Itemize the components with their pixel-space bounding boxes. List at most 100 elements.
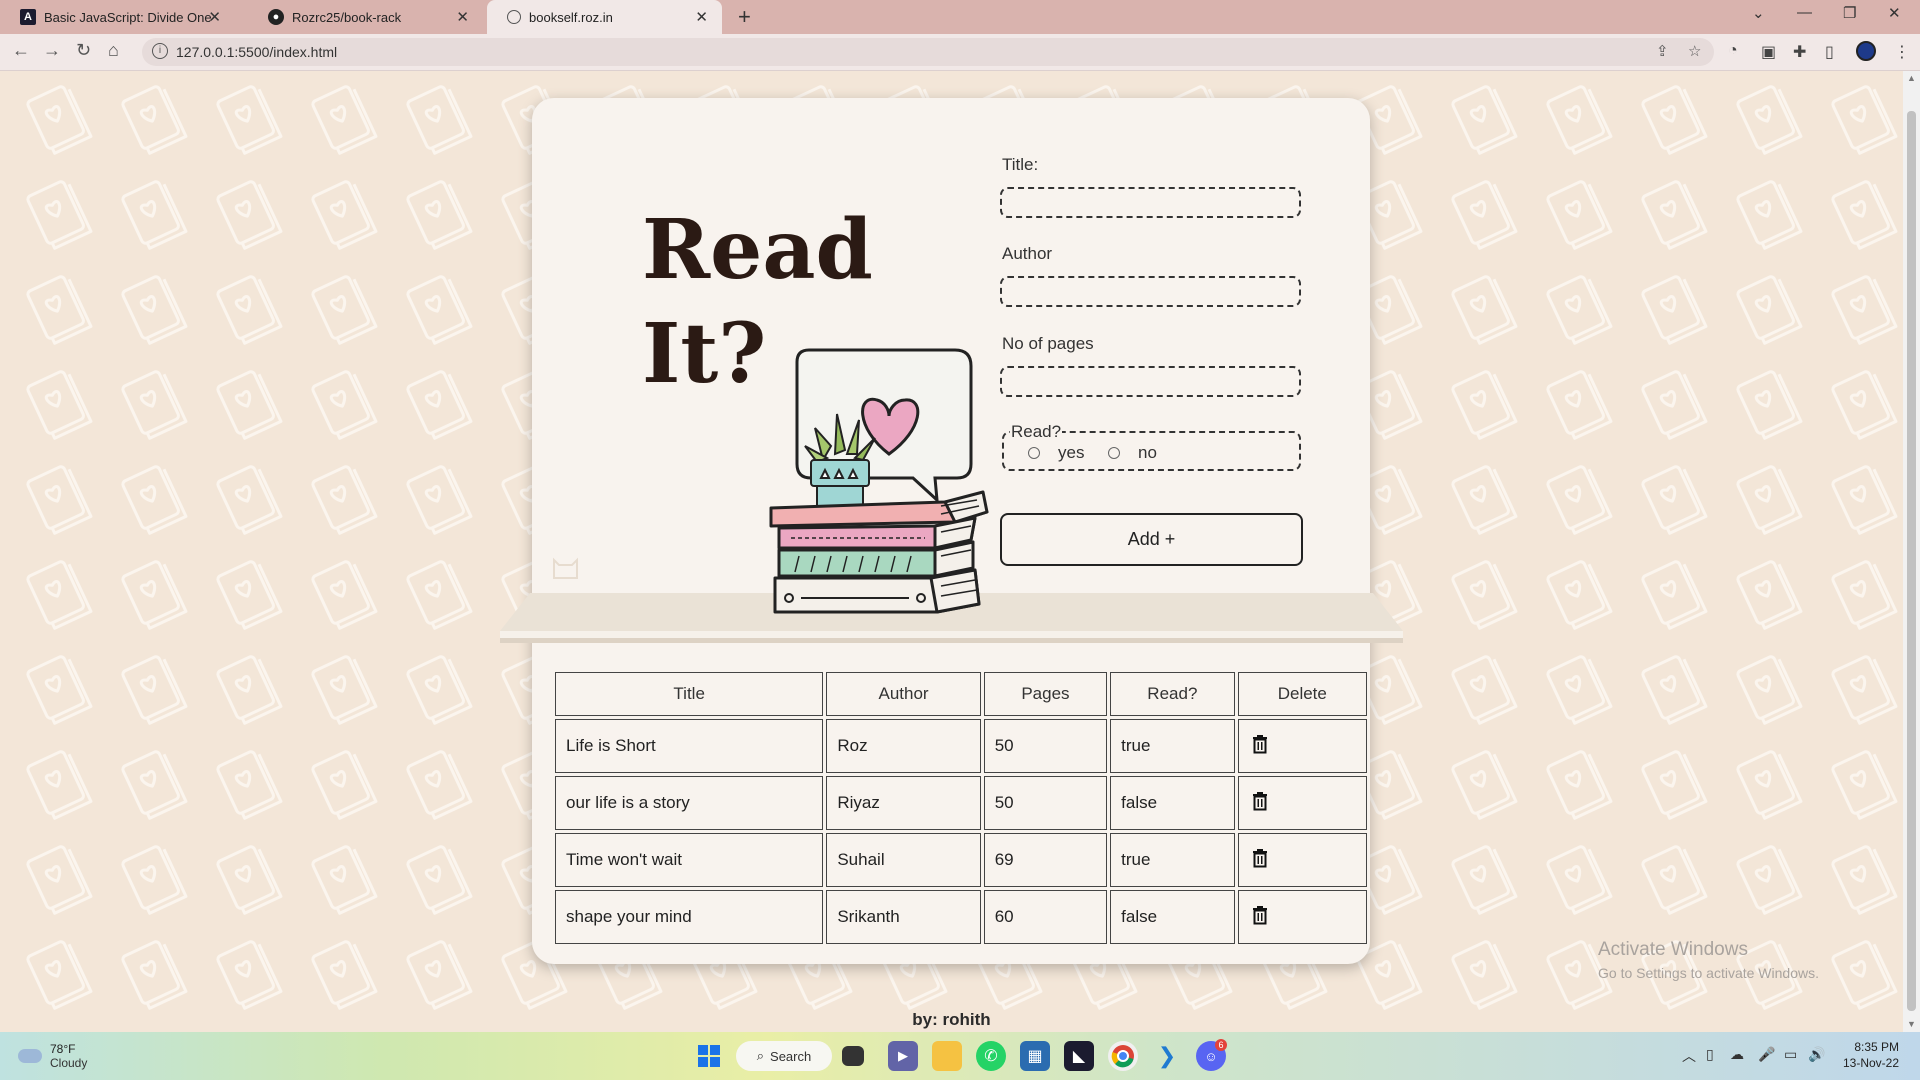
books-plant-illustration — [769, 348, 989, 614]
task-view-icon[interactable] — [842, 1046, 864, 1066]
microphone-icon[interactable]: 🎤 — [1758, 1046, 1775, 1063]
clock-time: 8:35 PM — [1854, 1040, 1900, 1054]
delete-cell — [1237, 719, 1367, 773]
delete-cell — [1237, 776, 1367, 830]
read-yes-radio[interactable] — [1028, 447, 1040, 459]
vscode-icon[interactable]: ❯ — [1152, 1041, 1182, 1071]
tray-chevron-icon[interactable]: ︿ — [1682, 1046, 1696, 1066]
read-yes-label[interactable]: yes — [1058, 443, 1084, 463]
network-icon[interactable]: ▭ — [1784, 1046, 1797, 1063]
close-window-icon[interactable]: ✕ — [1888, 4, 1901, 22]
profile-avatar[interactable] — [1856, 41, 1876, 61]
read-legend: Read? — [1010, 422, 1063, 442]
share-icon[interactable]: ⇪ — [1656, 42, 1669, 60]
weather-widget[interactable]: 78°F Cloudy — [18, 1042, 87, 1070]
new-tab-button[interactable]: + — [738, 4, 751, 30]
author-label: Author — [1002, 244, 1053, 263]
table-row: Time won't wait Suhail 69 true — [555, 833, 1367, 887]
scrollbar-thumb[interactable] — [1907, 111, 1916, 1011]
taskbar-search-label: Search — [770, 1048, 812, 1064]
app-icon[interactable]: ◣ — [1064, 1041, 1094, 1071]
home-icon[interactable]: ⌂ — [108, 40, 119, 61]
forward-icon[interactable]: → — [43, 40, 61, 61]
author-input[interactable] — [1000, 276, 1301, 307]
column-header-delete: Delete — [1237, 672, 1367, 716]
add-book-button[interactable]: Add + — [1000, 513, 1303, 566]
browser-toolbar: ← → ↻ ⌂ i 127.0.0.1:5500/index.html ⇪ ☆ … — [0, 34, 1920, 71]
book-read-cell: true — [1110, 833, 1235, 887]
browser-tab[interactable]: A Basic JavaScript: Divide One Num ✕ — [0, 0, 235, 34]
browser-tab-strip: A Basic JavaScript: Divide One Num ✕ ● R… — [0, 0, 1920, 34]
trash-icon[interactable] — [1252, 905, 1268, 925]
read-fieldset: Read? yes no — [1002, 422, 1301, 471]
browser-tab[interactable]: ● Rozrc25/book-rack ✕ — [248, 0, 483, 34]
extensions-puzzle-icon[interactable]: ✚ — [1793, 42, 1806, 62]
weather-temperature: 78°F — [50, 1042, 76, 1056]
page-scrollbar[interactable]: ▲ ▼ — [1903, 71, 1920, 1032]
close-icon[interactable]: ✕ — [208, 8, 221, 26]
delete-cell — [1237, 890, 1367, 944]
activate-windows-watermark: Activate Windows Go to Settings to activ… — [1598, 939, 1819, 981]
teams-icon[interactable]: ▶ — [888, 1041, 918, 1071]
book-pages-cell: 50 — [983, 776, 1108, 830]
store-icon[interactable]: ▦ — [1020, 1041, 1050, 1071]
watermark-title: Activate Windows — [1598, 939, 1748, 960]
extension-icon[interactable]: ▣ — [1761, 42, 1776, 62]
trash-icon[interactable] — [1252, 734, 1268, 754]
table-row: our life is a story Riyaz 50 false — [555, 776, 1367, 830]
onedrive-icon[interactable]: ☁ — [1730, 1046, 1744, 1063]
title-label: Title: — [1002, 155, 1039, 174]
title-input[interactable] — [1000, 187, 1301, 218]
menu-kebab-icon[interactable]: ⋮ — [1894, 42, 1910, 62]
url-text[interactable]: 127.0.0.1:5500/index.html — [176, 44, 337, 60]
book-read-cell: false — [1110, 890, 1235, 944]
scroll-up-arrow-icon[interactable]: ▲ — [1907, 73, 1916, 83]
globe-icon — [507, 10, 521, 24]
delete-cell — [1237, 833, 1367, 887]
trash-icon[interactable] — [1252, 848, 1268, 868]
side-panel-icon[interactable]: ▯ — [1825, 42, 1834, 62]
table-row: Life is Short Roz 50 true — [555, 719, 1367, 773]
volume-icon[interactable]: 🔊 — [1808, 1046, 1825, 1063]
file-explorer-icon[interactable] — [932, 1041, 962, 1071]
close-icon[interactable]: ✕ — [456, 8, 469, 26]
chrome-icon[interactable] — [1108, 1041, 1138, 1071]
pages-label: No of pages — [1002, 334, 1094, 353]
column-header-pages: Pages — [983, 672, 1108, 716]
minimize-icon[interactable]: — — [1797, 4, 1812, 21]
books-table: Title Author Pages Read? Delete Life is … — [552, 669, 1370, 947]
pages-input[interactable] — [1000, 366, 1301, 397]
column-header-author: Author — [826, 672, 981, 716]
book-title-cell: Life is Short — [555, 719, 824, 773]
address-bar[interactable]: i 127.0.0.1:5500/index.html ⇪ ☆ — [142, 38, 1714, 66]
reload-icon[interactable]: ↻ — [76, 40, 91, 61]
read-no-label[interactable]: no — [1138, 443, 1157, 463]
taskbar-search-button[interactable]: ⌕ Search — [736, 1041, 832, 1071]
close-icon[interactable]: ✕ — [695, 8, 708, 26]
table-row: shape your mind Srikanth 60 false — [555, 890, 1367, 944]
whatsapp-icon[interactable]: ✆ — [976, 1041, 1006, 1071]
browser-tab-active[interactable]: bookself.roz.in ✕ — [487, 0, 722, 34]
windows-start-icon[interactable] — [694, 1041, 724, 1071]
tab-title: Basic JavaScript: Divide One Num — [44, 9, 214, 25]
cat-outline-icon — [553, 557, 578, 579]
github-icon: ● — [268, 9, 284, 25]
back-icon[interactable]: ← — [12, 40, 30, 61]
restore-icon[interactable]: ❐ — [1843, 4, 1856, 22]
tab-search-icon[interactable]: ⌄ — [1752, 4, 1765, 22]
taskbar-clock[interactable]: 8:35 PM 13-Nov-22 — [1843, 1039, 1899, 1071]
trash-icon[interactable] — [1252, 791, 1268, 811]
book-pages-cell: 60 — [983, 890, 1108, 944]
extension-icon[interactable]: ◔ — [1728, 42, 1738, 60]
bookmark-star-icon[interactable]: ☆ — [1688, 42, 1701, 60]
book-pages-cell: 50 — [983, 719, 1108, 773]
watermark-subtitle: Go to Settings to activate Windows. — [1598, 965, 1819, 981]
book-author-cell: Srikanth — [826, 890, 981, 944]
site-info-icon[interactable]: i — [152, 43, 168, 59]
device-icon[interactable]: ▯ — [1706, 1046, 1714, 1063]
tab-title: bookself.roz.in — [529, 9, 613, 25]
scroll-down-arrow-icon[interactable]: ▼ — [1907, 1019, 1916, 1029]
book-title-cell: Time won't wait — [555, 833, 824, 887]
read-no-radio[interactable] — [1108, 447, 1120, 459]
footer-credit: by: rohith — [912, 1010, 991, 1029]
